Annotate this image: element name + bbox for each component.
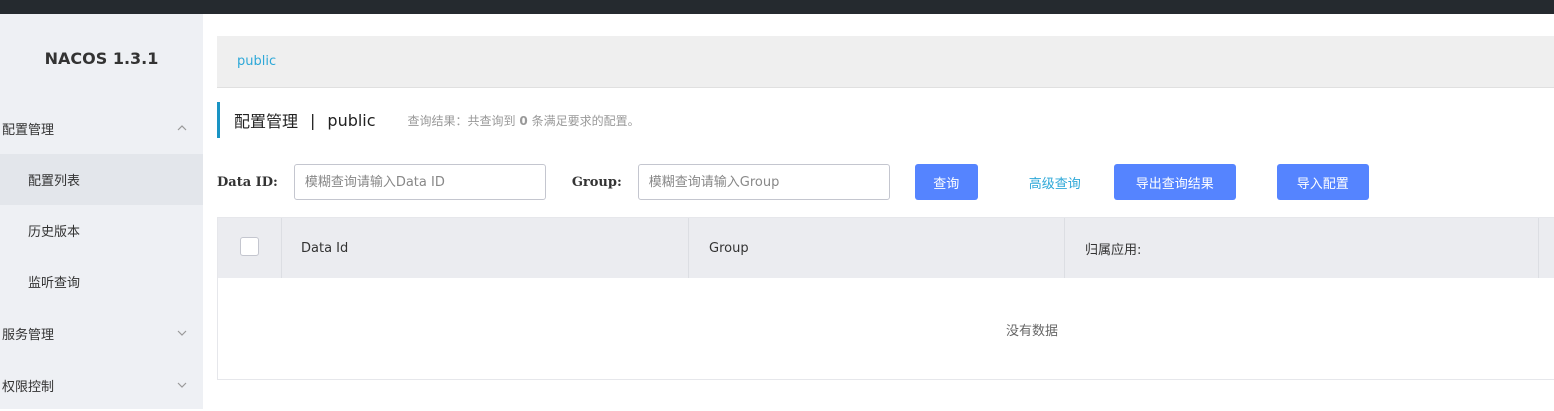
sidebar: NACOS 1.3.1 配置管理 配置列表 历史版本 监听查询 服务管理 权限控… [0,14,203,409]
namespace-public-link[interactable]: public [237,54,276,69]
config-table: Data Id Group 归属应用: 没有数据 [217,217,1554,380]
group-input[interactable] [638,164,890,200]
query-button[interactable]: 查询 [915,164,978,200]
page-namespace: public [327,111,375,130]
sidebar-item-listener-query[interactable]: 监听查询 [0,256,203,307]
table-body: 没有数据 [218,278,1554,379]
column-header-group[interactable]: Group [709,218,749,278]
export-results-button[interactable]: 导出查询结果 [1114,164,1236,200]
sidebar-group-label: 配置管理 [2,119,54,138]
top-bar [0,0,1554,14]
chevron-down-icon [175,326,189,340]
sidebar-group-config[interactable]: 配置管理 [0,102,203,154]
page-header: 配置管理 | public 查询结果：共查询到 0 条满足要求的配置。 [217,102,640,138]
chevron-down-icon [175,378,189,392]
sidebar-group-service[interactable]: 服务管理 [0,307,203,359]
sidebar-item-history[interactable]: 历史版本 [0,205,203,256]
result-prefix: 查询结果：共查询到 [408,114,516,128]
sidebar-group-label: 权限控制 [2,376,54,395]
sidebar-group-label: 服务管理 [2,324,54,343]
chevron-up-icon [175,121,189,135]
group-label: Group: [572,175,622,190]
column-divider [281,218,282,278]
namespace-bar: public [217,36,1554,88]
select-all-checkbox[interactable] [240,237,259,256]
column-divider [1064,218,1065,278]
page-title: 配置管理 [234,108,298,132]
result-count: 0 [519,114,527,128]
data-id-label: Data ID: [217,175,278,190]
title-separator: | [310,111,315,130]
column-divider [688,218,689,278]
advanced-query-link[interactable]: 高级查询 [1029,173,1081,192]
column-divider [1538,218,1539,278]
filter-bar: Data ID: Group: 查询 高级查询 导出查询结果 导入配置 [217,164,1369,200]
app-brand: NACOS 1.3.1 [0,14,203,102]
title-accent-bar [217,102,220,138]
sidebar-item-config-list[interactable]: 配置列表 [0,154,203,205]
empty-state-text: 没有数据 [1006,320,1058,339]
result-suffix: 条满足要求的配置。 [532,114,640,128]
sidebar-group-permission[interactable]: 权限控制 [0,359,203,411]
table-header: Data Id Group 归属应用: [218,218,1554,278]
query-result-note: 查询结果：共查询到 0 条满足要求的配置。 [408,112,640,129]
column-header-app[interactable]: 归属应用: [1085,218,1141,278]
import-config-button[interactable]: 导入配置 [1277,164,1369,200]
main-content: public 配置管理 | public 查询结果：共查询到 0 条满足要求的配… [203,14,1554,409]
column-header-data-id[interactable]: Data Id [301,218,348,278]
data-id-input[interactable] [294,164,546,200]
